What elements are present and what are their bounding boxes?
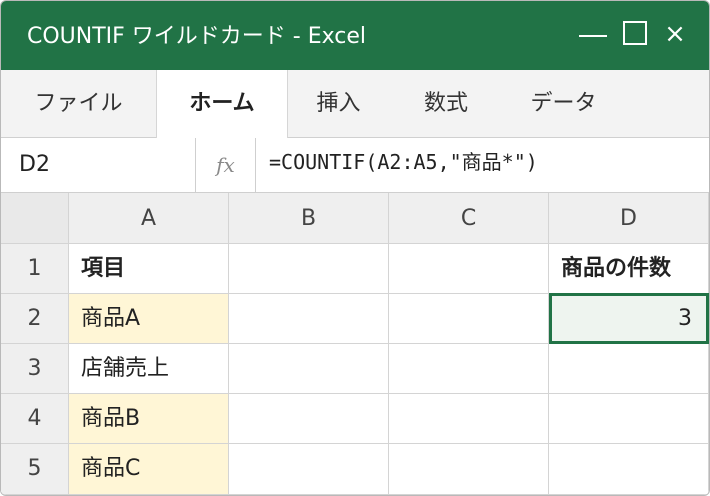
maximize-icon[interactable] [623, 19, 647, 49]
column-header-b[interactable]: B [229, 193, 389, 244]
tab-formulas[interactable]: 数式 [396, 70, 496, 137]
cell-a4[interactable]: 商品B [69, 394, 229, 444]
tab-insert[interactable]: 挿入 [291, 70, 386, 137]
row-header-5[interactable]: 5 [1, 444, 69, 495]
select-all-corner[interactable] [1, 193, 69, 244]
tab-data[interactable]: データ [511, 70, 616, 137]
column-header-a[interactable]: A [69, 193, 229, 244]
cell-d3[interactable] [549, 344, 709, 394]
cell-d1[interactable]: 商品の件数 [549, 244, 709, 294]
window-title: COUNTIF ワイルドカード - Excel [27, 24, 367, 49]
tab-home[interactable]: ホーム [156, 70, 288, 138]
title-bar: COUNTIF ワイルドカード - Excel × [1, 1, 709, 70]
tab-file[interactable]: ファイル [1, 70, 156, 137]
cell-c2[interactable] [389, 294, 549, 344]
spreadsheet-grid: A B C D 1 項目 商品の件数 2 商品A 3 3 店舗売上 4 商品B … [1, 193, 709, 495]
cell-a1[interactable]: 項目 [69, 244, 229, 294]
ribbon-tabs: ファイル ホーム 挿入 数式 データ [1, 70, 709, 138]
cell-a2[interactable]: 商品A [69, 294, 229, 344]
cell-b4[interactable] [229, 394, 389, 444]
cell-a3[interactable]: 店舗売上 [69, 344, 229, 394]
cell-c4[interactable] [389, 394, 549, 444]
formula-bar: D2 fx =COUNTIF(A2:A5,"商品*") [1, 138, 709, 193]
column-header-c[interactable]: C [389, 193, 549, 244]
close-icon[interactable]: × [663, 19, 687, 49]
column-header-d[interactable]: D [549, 193, 709, 244]
formula-input[interactable]: =COUNTIF(A2:A5,"商品*") [269, 138, 538, 186]
minimize-icon[interactable] [579, 19, 607, 49]
cell-b1[interactable] [229, 244, 389, 294]
cell-c3[interactable] [389, 344, 549, 394]
cell-a5[interactable]: 商品C [69, 444, 229, 495]
excel-window: COUNTIF ワイルドカード - Excel × ファイル ホーム 挿入 数式… [0, 0, 710, 496]
cell-c1[interactable] [389, 244, 549, 294]
name-box[interactable]: D2 [1, 138, 196, 192]
cell-b5[interactable] [229, 444, 389, 495]
cell-d5[interactable] [549, 444, 709, 495]
row-header-4[interactable]: 4 [1, 394, 69, 444]
row-header-2[interactable]: 2 [1, 294, 69, 344]
fx-icon[interactable]: fx [196, 138, 256, 192]
row-header-1[interactable]: 1 [1, 244, 69, 294]
row-header-3[interactable]: 3 [1, 344, 69, 394]
cell-d2-selected[interactable]: 3 [549, 293, 709, 344]
cell-b3[interactable] [229, 344, 389, 394]
cell-b2[interactable] [229, 294, 389, 344]
cell-d4[interactable] [549, 394, 709, 444]
cell-c5[interactable] [389, 444, 549, 495]
